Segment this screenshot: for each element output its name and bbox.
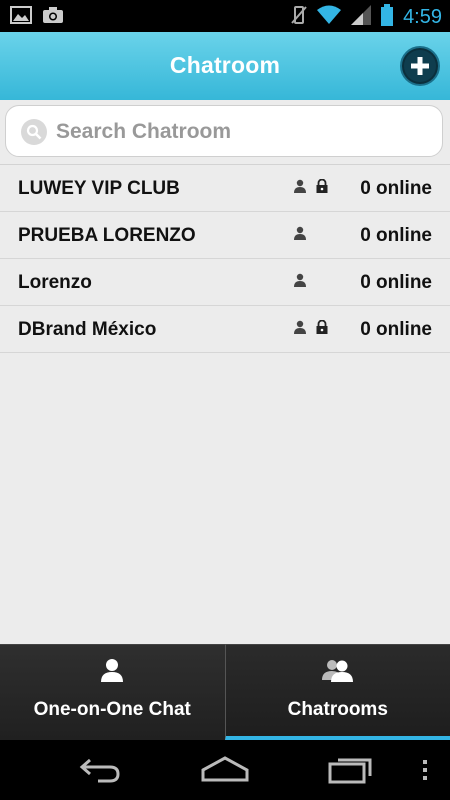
gallery-icon — [10, 6, 32, 29]
back-icon[interactable] — [78, 754, 122, 791]
camera-icon — [42, 6, 64, 29]
tab-chatrooms[interactable]: Chatrooms — [224, 644, 450, 740]
recent-apps-icon[interactable] — [328, 754, 374, 791]
search-input[interactable] — [54, 116, 418, 148]
chatroom-name: PRUEBA LORENZO — [18, 225, 196, 246]
online-count: 0 online — [360, 319, 432, 340]
search-bar — [0, 100, 450, 165]
signal-icon — [351, 5, 372, 30]
list-item[interactable]: LUWEY VIP CLUB 0 online — [0, 165, 450, 212]
search-box[interactable] — [5, 105, 443, 157]
wifi-icon — [317, 5, 342, 30]
battery-icon — [381, 4, 394, 31]
online-count: 0 online — [360, 178, 432, 199]
user-icon — [99, 658, 125, 687]
chatroom-list: LUWEY VIP CLUB 0 online PRUEBA LORENZO 0… — [0, 165, 450, 353]
system-nav-bar — [0, 740, 450, 800]
search-icon — [21, 119, 47, 145]
lock-icon — [315, 319, 329, 339]
tab-label: One-on-One Chat — [33, 699, 191, 720]
list-item[interactable]: Lorenzo 0 online — [0, 259, 450, 306]
user-icon — [293, 226, 307, 245]
clock: 4:59 — [403, 6, 442, 28]
overflow-menu-icon[interactable] — [420, 758, 430, 787]
user-icon — [293, 320, 307, 339]
chatroom-name: LUWEY VIP CLUB — [18, 178, 180, 199]
group-icon — [321, 658, 355, 687]
page-title: Chatroom — [169, 52, 281, 78]
list-item[interactable]: PRUEBA LORENZO 0 online — [0, 212, 450, 259]
online-count: 0 online — [360, 225, 432, 246]
vibrate-mute-icon — [291, 5, 307, 30]
app-header: Chatroom — [0, 32, 450, 101]
list-item[interactable]: DBrand México 0 online — [0, 306, 450, 353]
online-count: 0 online — [360, 272, 432, 293]
plus-icon — [411, 57, 429, 75]
status-bar: 4:59 — [0, 0, 450, 32]
user-icon — [293, 273, 307, 292]
user-icon — [293, 179, 307, 198]
tab-one-on-one-chat[interactable]: One-on-One Chat — [0, 644, 225, 740]
home-icon[interactable] — [200, 754, 250, 791]
tab-label: Chatrooms — [287, 699, 388, 720]
chatroom-name: Lorenzo — [18, 272, 92, 293]
bottom-tab-bar: One-on-One Chat Chatrooms — [0, 644, 450, 740]
chatroom-name: DBrand México — [18, 319, 157, 340]
lock-icon — [315, 178, 329, 198]
add-chatroom-button[interactable] — [400, 46, 440, 86]
